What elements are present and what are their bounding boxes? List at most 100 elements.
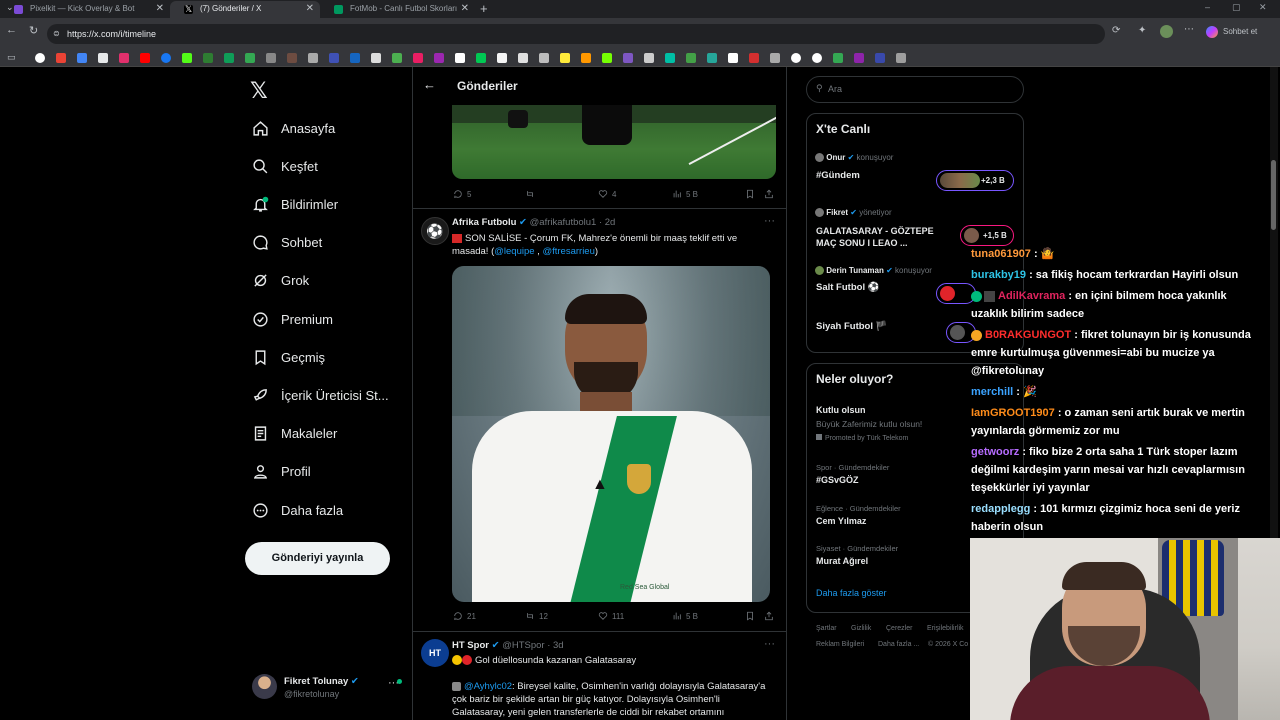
share-action[interactable] xyxy=(764,189,778,199)
live-title[interactable]: Salt Futbol ⚽ xyxy=(816,282,880,293)
author-handle[interactable]: @afrikafutbolu1 xyxy=(530,217,597,228)
bookmark-icon[interactable] xyxy=(497,53,507,63)
bookmark-icon[interactable] xyxy=(287,53,297,63)
footer-link[interactable]: Erişilebilirlik xyxy=(927,625,964,632)
views-action[interactable]: 5 B xyxy=(672,611,698,621)
bookmark-youtube-icon[interactable] xyxy=(140,53,150,63)
join-space-button[interactable]: +2,3 B xyxy=(936,170,1014,191)
live-title[interactable]: GALATASARAY - GÖZTEPE MAÇ SONU I LEAO ..… xyxy=(816,225,941,249)
post-menu-icon[interactable]: ··· xyxy=(764,638,775,650)
footer-link[interactable]: Çerezler xyxy=(886,625,912,632)
bookmark-gmail-icon[interactable] xyxy=(56,53,66,63)
apps-icon[interactable]: ▭ xyxy=(7,52,16,63)
nav-item-grok[interactable]: Grok xyxy=(252,269,309,291)
browser-tab[interactable]: Pixelkit — Kick Overlay & Bot ✕ xyxy=(0,1,170,18)
bookmark-icon[interactable] xyxy=(770,53,780,63)
bookmark-instagram-icon[interactable] xyxy=(119,53,129,63)
bookmark-icon[interactable] xyxy=(581,53,591,63)
back-icon[interactable]: ← xyxy=(6,24,17,36)
reload-icon[interactable]: ↻ xyxy=(29,24,38,37)
nav-item-profile[interactable]: Profil xyxy=(252,460,311,482)
nav-item-notifications[interactable]: Bildirimler xyxy=(252,193,338,215)
browser-tab-active[interactable]: 𝕏 (7) Gönderiler / X ✕ xyxy=(170,1,320,18)
reply-action[interactable]: 21 xyxy=(453,611,476,621)
bookmark-icon[interactable] xyxy=(623,53,633,63)
join-space-button[interactable]: +1,5 B xyxy=(960,225,1014,246)
footer-link[interactable]: Reklam Bilgileri xyxy=(816,641,864,648)
like-action[interactable]: 111 xyxy=(598,611,624,621)
bookmark-icon[interactable] xyxy=(434,53,444,63)
bookmark-icon[interactable] xyxy=(350,53,360,63)
bookmark-icon[interactable] xyxy=(203,53,213,63)
bookmark-icon[interactable] xyxy=(707,53,717,63)
bookmark-icon[interactable] xyxy=(644,53,654,63)
post-image-pitch[interactable] xyxy=(452,105,776,179)
bookmark-icon[interactable] xyxy=(371,53,381,63)
trend-name[interactable]: Murat Ağırel xyxy=(816,556,868,566)
bookmark-action[interactable] xyxy=(745,611,759,621)
site-info-icon[interactable]: ⊜ xyxy=(53,24,60,44)
live-title[interactable]: #Gündem xyxy=(816,170,860,181)
nav-item-premium[interactable]: Premium xyxy=(252,308,333,330)
bookmark-icon[interactable] xyxy=(833,53,843,63)
bookmark-icon[interactable] xyxy=(413,53,423,63)
bookmark-icon[interactable] xyxy=(518,53,528,63)
bookmark-icon[interactable] xyxy=(812,53,822,63)
nav-item-creator-studio[interactable]: İçerik Üreticisi St... xyxy=(252,384,389,406)
footer-link[interactable]: Şartlar xyxy=(816,625,837,632)
avatar[interactable]: HT xyxy=(421,639,449,667)
mention-link[interactable]: @Ayhylc02 xyxy=(464,681,512,692)
post-menu-icon[interactable]: ··· xyxy=(764,215,775,227)
post-time[interactable]: · 2d xyxy=(599,217,615,228)
menu-icon[interactable]: ⋯ xyxy=(1184,24,1194,35)
bookmark-action[interactable] xyxy=(745,189,759,199)
post-button[interactable]: Gönderiyi yayınla xyxy=(245,542,390,575)
nav-item-more[interactable]: Daha fazla xyxy=(252,499,343,521)
bookmark-facebook-icon[interactable] xyxy=(161,53,171,63)
bookmark-icon[interactable] xyxy=(602,53,612,63)
bookmark-icon[interactable] xyxy=(749,53,759,63)
nav-item-bookmarks[interactable]: Geçmiş xyxy=(252,346,325,368)
close-window-icon[interactable]: ✕ xyxy=(1259,2,1267,13)
bookmark-google-icon[interactable] xyxy=(791,53,801,63)
bookmark-icon[interactable] xyxy=(77,53,87,63)
maximize-icon[interactable]: ▢ xyxy=(1232,2,1241,13)
repost-action[interactable]: 12 xyxy=(525,611,548,621)
author-name[interactable]: HT Spor xyxy=(452,640,489,651)
bookmark-icon[interactable] xyxy=(224,53,234,63)
bookmark-icon[interactable] xyxy=(455,53,465,63)
trend-name[interactable]: Cem Yılmaz xyxy=(816,516,866,526)
avatar[interactable]: ⚽ xyxy=(421,217,449,245)
bookmark-icon[interactable] xyxy=(392,53,402,63)
bookmark-folder-icon[interactable] xyxy=(896,53,906,63)
sync-icon[interactable]: ⟳ xyxy=(1112,25,1120,36)
scrollbar-thumb[interactable] xyxy=(1271,160,1276,230)
close-tab-icon[interactable]: ✕ xyxy=(461,1,469,17)
profile-avatar-icon[interactable] xyxy=(1160,25,1173,38)
bookmark-icon[interactable] xyxy=(560,53,570,63)
views-action[interactable]: 5 B xyxy=(672,189,698,199)
bookmark-icon[interactable] xyxy=(686,53,696,63)
footer-link[interactable]: Gizlilik xyxy=(851,625,871,632)
bookmark-kick-icon[interactable] xyxy=(182,53,192,63)
post-time[interactable]: · 3d xyxy=(547,640,563,651)
trend-name[interactable]: Kutlu olsun xyxy=(816,405,866,415)
new-tab-icon[interactable]: + xyxy=(480,1,488,16)
bookmark-google-icon[interactable] xyxy=(35,53,45,63)
url-input[interactable]: ⊜ https://x.com/i/timeline xyxy=(47,24,1105,44)
bookmark-icon[interactable] xyxy=(245,53,255,63)
bookmark-icon[interactable] xyxy=(329,53,339,63)
search-input[interactable]: ⚲ Ara xyxy=(806,76,1024,103)
close-tab-icon[interactable]: ✕ xyxy=(306,1,314,17)
reply-action[interactable]: 5 xyxy=(453,189,471,199)
nav-item-explore[interactable]: Keşfet xyxy=(252,155,318,177)
tab-search-icon[interactable]: ⌄ xyxy=(6,2,14,13)
copilot-button[interactable]: Sohbet et xyxy=(1203,24,1273,40)
mention-link[interactable]: @ftresarrieu xyxy=(542,246,594,257)
bookmark-icon[interactable] xyxy=(728,53,738,63)
bookmark-icon[interactable] xyxy=(476,53,486,63)
nav-item-articles[interactable]: Makaleler xyxy=(252,422,337,444)
bookmark-icon[interactable] xyxy=(875,53,885,63)
browser-tab[interactable]: FotMob - Canlı Futbol Skorları ✕ xyxy=(320,1,475,18)
bookmark-icon[interactable] xyxy=(854,53,864,63)
